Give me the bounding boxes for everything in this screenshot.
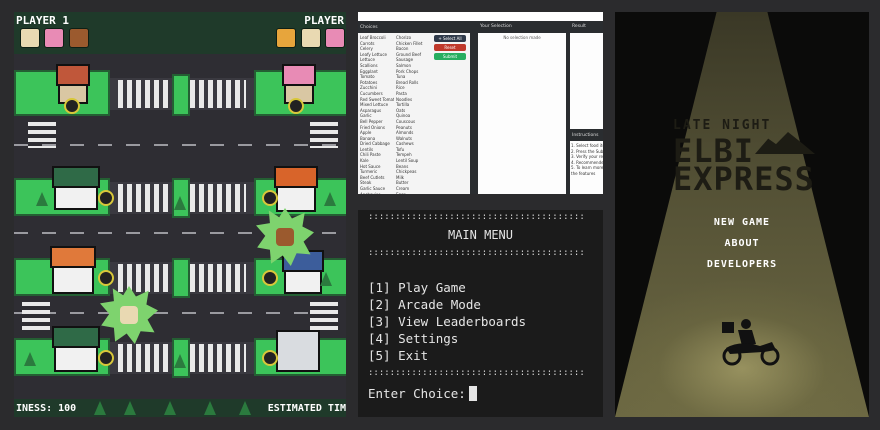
lane-marking <box>14 312 346 314</box>
tree <box>36 192 48 206</box>
choices-header: Choices <box>360 25 378 30</box>
logo-express: EXPRESS <box>673 160 815 198</box>
donut-icon <box>44 28 64 48</box>
donut-icon <box>325 28 345 48</box>
tree <box>174 354 186 368</box>
instructions-panel: 1. Select food items2. Press the Submit … <box>570 141 603 194</box>
reset-button[interactable]: Reset <box>434 44 466 51</box>
about-button[interactable]: ABOUT <box>615 238 869 249</box>
your-selection-panel: No selection made <box>478 33 566 194</box>
manhole <box>98 350 114 366</box>
crosswalk <box>190 344 246 372</box>
tree <box>174 196 186 210</box>
lane-marking <box>14 144 346 146</box>
choice-item[interactable]: Eggs <box>396 192 432 194</box>
tree <box>164 401 176 415</box>
tree <box>204 401 216 415</box>
browser-strip <box>358 12 603 21</box>
house <box>282 250 324 294</box>
select-all-button[interactable]: + Select All <box>434 35 466 42</box>
prompt-label: Enter Choice: <box>368 386 466 401</box>
no-selection-text: No selection made <box>503 35 541 40</box>
webapp-screenshot: Choices Leaf Broccoli Carrots Celery Leafy … <box>358 12 603 194</box>
dotted-divider: :::::::::::::::::::::::::::::::::::::::: <box>368 212 585 222</box>
choices-panel: Choices Leaf Broccoli Carrots Celery Leafy … <box>358 25 470 194</box>
manhole <box>262 350 278 366</box>
pizza-icon <box>276 28 296 48</box>
result-panel <box>570 33 603 129</box>
choices-list-left: Leaf Broccoli Carrots Celery Leafy Lettuce L… <box>360 35 394 194</box>
sushi-icon <box>301 28 321 48</box>
developers-button[interactable]: DEVELOPERS <box>615 259 869 270</box>
crosswalk <box>22 302 50 332</box>
instructions-header: Instructions <box>572 133 599 138</box>
coffee-icon <box>69 28 89 48</box>
manhole <box>288 98 304 114</box>
player2-label: PLAYER <box>304 14 344 27</box>
instruction-line: the features <box>571 170 596 176</box>
crosswalk <box>190 80 246 108</box>
text-cursor <box>468 386 477 401</box>
logo-late-night: LATE NIGHT <box>673 118 772 133</box>
game-status-bar: INESS: 100 ESTIMATED TIM <box>14 399 346 417</box>
tree <box>124 401 136 415</box>
estimated-time-label: ESTIMATED TIM <box>267 403 346 414</box>
manhole <box>64 98 80 114</box>
happiness-label: INESS: 100 <box>16 403 77 414</box>
title-screen-screenshot: LATE NIGHT ELBI EXPRESS NEW GAME ABOUT D… <box>615 12 869 417</box>
crosswalk <box>118 80 174 108</box>
manhole <box>98 270 114 286</box>
crosswalk <box>118 184 174 212</box>
game-hud: PLAYER 1 PLAYER <box>14 12 346 54</box>
choice-item[interactable]: Anchovies <box>360 192 394 194</box>
median <box>172 258 190 298</box>
menu-item-settings[interactable]: [4] Settings <box>368 331 458 346</box>
game-screenshot: PLAYER 1 PLAYER INESS: 100 ESTIMATED TIM <box>14 12 346 417</box>
manhole <box>262 270 278 286</box>
tree <box>239 401 251 415</box>
tree <box>320 272 332 286</box>
tree <box>24 352 36 366</box>
crosswalk <box>118 264 174 292</box>
house <box>52 166 100 210</box>
instructions-list: 1. Select food items2. Press the Submit … <box>571 143 603 177</box>
webapp-body: Choices Leaf Broccoli Carrots Celery Leafy … <box>358 21 603 194</box>
delivery-rider-icon <box>722 319 780 366</box>
tree <box>94 401 106 415</box>
house <box>50 246 96 294</box>
manhole <box>262 190 278 206</box>
submit-button[interactable]: Submit <box>434 53 466 60</box>
choice-prompt[interactable]: Enter Choice: <box>368 386 477 401</box>
coffee-icon <box>276 228 294 246</box>
crosswalk <box>190 184 246 212</box>
crosswalk <box>310 302 338 332</box>
dotted-divider: :::::::::::::::::::::::::::::::::::::::: <box>368 368 585 378</box>
menu-item-play-game[interactable]: [1] Play Game <box>368 280 466 295</box>
manhole <box>98 190 114 206</box>
result-header: Result <box>572 24 586 29</box>
menu-item-exit[interactable]: [5] Exit <box>368 348 428 363</box>
terminal-screenshot: ::::::::::::::::::::::::::::::::::::::::… <box>358 210 603 417</box>
your-selection-header: Your Selection <box>480 24 512 29</box>
house <box>274 166 318 212</box>
dotted-divider: :::::::::::::::::::::::::::::::::::::::: <box>368 248 585 258</box>
median <box>172 74 190 116</box>
sushi-icon <box>20 28 40 48</box>
sushi-icon <box>120 306 138 324</box>
main-menu-title: MAIN MENU <box>447 228 514 242</box>
crosswalk <box>190 264 246 292</box>
tree <box>324 192 336 206</box>
instruction-line: 1. Select food items <box>571 143 603 148</box>
player1-label: PLAYER 1 <box>16 14 69 27</box>
menu-item-arcade-mode[interactable]: [2] Arcade Mode <box>368 297 481 312</box>
crosswalk <box>310 122 338 148</box>
house <box>52 326 100 372</box>
crosswalk <box>118 344 174 372</box>
menu-item-view-leaderboards[interactable]: [3] View Leaderboards <box>368 314 526 329</box>
instruction-line: 3. Verify your result <box>571 154 603 160</box>
choices-list-right: Chorizo Chicken Fillet Bacon Ground Beef Sau… <box>396 35 432 194</box>
new-game-button[interactable]: NEW GAME <box>615 217 869 228</box>
shop <box>276 330 320 372</box>
crosswalk <box>28 122 56 148</box>
